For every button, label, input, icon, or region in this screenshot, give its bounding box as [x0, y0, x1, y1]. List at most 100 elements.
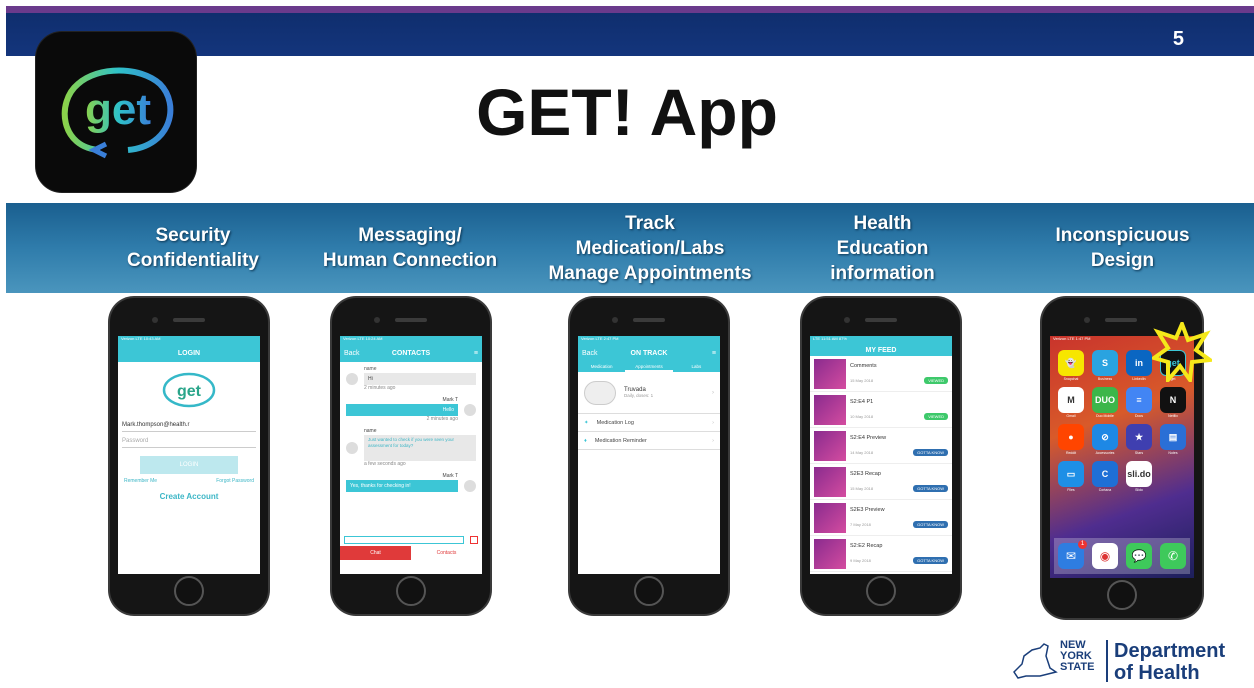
app-duo-mobile[interactable]: DUO Duo Mobile	[1090, 387, 1120, 418]
phone-ontrack: Verizon LTE 2:47 PM Back ON TRACK ≡ Medi…	[570, 298, 728, 614]
app-docs[interactable]: ≡ Docs	[1124, 387, 1154, 418]
new-york-state-outline-icon	[1013, 643, 1058, 679]
feed-meta: 7 May 2018 GOTTA KNOW	[850, 521, 948, 528]
forgot-password-link[interactable]: Forgot Password	[216, 478, 254, 484]
app-netflix[interactable]: N Netflix	[1158, 387, 1188, 418]
app-icon: ▭	[1058, 461, 1084, 487]
app-icon: in	[1126, 350, 1152, 376]
feed-thumbnail	[814, 394, 846, 425]
dock-app-messages[interactable]: 💬	[1126, 543, 1152, 569]
feed-title: Comments	[850, 363, 877, 369]
home-button	[866, 576, 896, 606]
login-button[interactable]: LOGIN	[140, 456, 238, 474]
message-input[interactable]	[344, 536, 464, 544]
medication-log-row[interactable]: ✦ Medication Log ›	[578, 414, 720, 432]
app-files[interactable]: ▭ Files	[1056, 461, 1086, 492]
feed-title: S2:E4 Preview	[850, 435, 887, 441]
app-icon: M	[1058, 387, 1084, 413]
medication-reminder-row[interactable]: ♦ Medication Reminder ›	[578, 432, 720, 450]
feed-badge[interactable]: GOTTA KNOW	[913, 449, 948, 456]
app-snapchat[interactable]: 👻 Snapchat	[1056, 350, 1086, 381]
tab-chat[interactable]: Chat	[340, 546, 411, 560]
feed-badge[interactable]: GOTTA KNOW	[913, 557, 948, 564]
app-notes[interactable]: ▤ Notes	[1158, 424, 1188, 455]
feed-title: S2:E4 P1	[850, 399, 874, 405]
message-bubble: Hi	[364, 373, 476, 385]
dock-app-chrome[interactable]: ◉	[1092, 543, 1118, 569]
contacts-title: CONTACTS	[391, 349, 431, 357]
ontrack-header: Back ON TRACK ≡	[578, 344, 720, 362]
menu-icon[interactable]: ≡	[712, 350, 716, 357]
tab-labs[interactable]: Labs	[673, 362, 720, 372]
app-icon: ≡	[1126, 387, 1152, 413]
message-list: name Hi 2 minutes ago Mark T Hello 2 min…	[340, 362, 482, 534]
feed-item[interactable]: S2:E4 Preview 14 May 2018 GOTTA KNOW	[810, 428, 952, 464]
tab-appointments[interactable]: Appointments	[625, 362, 673, 372]
app-gmail[interactable]: M Gmail	[1056, 387, 1086, 418]
dock-glyph: ✉	[1065, 549, 1077, 563]
speaker	[865, 318, 897, 322]
phone-messaging: Verizon LTE 10:24 AM Back CONTACTS ≡ nam…	[332, 298, 490, 614]
feed-item[interactable]: S2E3 Recap 15 May 2018 GOTTA KNOW	[810, 464, 952, 500]
app-label: Slido	[1135, 488, 1143, 492]
app-stars[interactable]: ★ Stars	[1124, 424, 1154, 455]
app-reddit[interactable]: ● Reddit	[1056, 424, 1086, 455]
feed-thumbnail	[814, 358, 846, 389]
app-cortana[interactable]: C Cortana	[1090, 461, 1120, 492]
remember-me-checkbox[interactable]: Remember Me	[124, 478, 157, 484]
medication-card[interactable]: Truvada Daily, doses: 1 ›	[578, 372, 720, 414]
back-button[interactable]: Back	[344, 350, 360, 357]
login-logo: get	[118, 362, 260, 418]
feed-item[interactable]: S2:E4 P1 10 May 2018 VIEWED	[810, 392, 952, 428]
menu-icon[interactable]: ≡	[474, 350, 478, 357]
status-bar: LTE 11:51 AM 87%	[810, 336, 952, 344]
feed-item[interactable]: Comments 15 May 2018 VIEWED	[810, 356, 952, 392]
ontrack-screen: Verizon LTE 2:47 PM Back ON TRACK ≡ Medi…	[578, 336, 720, 574]
tab-contacts[interactable]: Contacts	[411, 546, 482, 560]
row-label: Medication Log	[596, 419, 634, 426]
app-label: Notes	[1168, 451, 1178, 455]
get-logo-small-icon: get	[162, 372, 216, 408]
app-icon: 👻	[1058, 350, 1084, 376]
divider	[1106, 640, 1108, 682]
chevron-right-icon: ›	[712, 389, 714, 396]
email-field[interactable]: Mark.thompson@health.r	[122, 418, 256, 432]
pill-icon	[584, 380, 616, 405]
feed-badge[interactable]: VIEWED	[924, 377, 948, 384]
send-icon[interactable]	[470, 536, 478, 544]
app-accessories[interactable]: ⊘ Accessories	[1090, 424, 1120, 455]
app-business[interactable]: S Business	[1090, 350, 1120, 381]
home-button	[1107, 580, 1137, 610]
feed-list: Comments 15 May 2018 VIEWED S2:E4 P1 10 May …	[810, 356, 952, 572]
feed-badge[interactable]: VIEWED	[924, 413, 948, 420]
contacts-header: Back CONTACTS ≡	[340, 344, 482, 362]
dock-app-mail[interactable]: ✉ 1	[1058, 540, 1087, 569]
sender-name: Mark T	[442, 397, 458, 403]
create-account-link[interactable]: Create Account	[118, 492, 260, 501]
chevron-right-icon: ›	[712, 419, 714, 426]
camera	[152, 317, 158, 323]
feature-design: Inconspicuous Design	[1055, 225, 1190, 271]
login-options: Remember Me Forgot Password	[124, 478, 254, 484]
feed-thumbnail	[814, 430, 846, 461]
message-time: 2 minutes ago	[364, 385, 396, 391]
status-bar: Verizon LTE 10:24 AM	[340, 336, 482, 344]
svg-text:get: get	[177, 383, 202, 400]
dock: ✉ 1 ◉ 💬 ✆	[1054, 538, 1190, 574]
feed-badge[interactable]: GOTTA KNOW	[913, 521, 948, 528]
dock-glyph: 💬	[1131, 549, 1147, 563]
compose-bar	[340, 534, 482, 546]
department-name: Department of Health	[1114, 640, 1225, 684]
feed-item[interactable]: S2:E2 Recap 9 May 2018 GOTTA KNOW	[810, 536, 952, 572]
feed-item[interactable]: S2E3 Preview 7 May 2018 GOTTA KNOW	[810, 500, 952, 536]
message-row: Hi	[346, 373, 476, 385]
dock-app-phone[interactable]: ✆	[1160, 543, 1186, 569]
app-slido[interactable]: sli.do Slido	[1124, 461, 1154, 492]
back-button[interactable]: Back	[582, 350, 598, 357]
sender-name: Mark T	[442, 473, 458, 479]
feed-badge[interactable]: GOTTA KNOW	[913, 485, 948, 492]
password-field[interactable]: Password	[122, 432, 256, 448]
app-linkedin[interactable]: in LinkedIn	[1124, 350, 1154, 381]
tab-medication[interactable]: Medication	[578, 362, 625, 372]
app-icon: C	[1092, 461, 1118, 487]
